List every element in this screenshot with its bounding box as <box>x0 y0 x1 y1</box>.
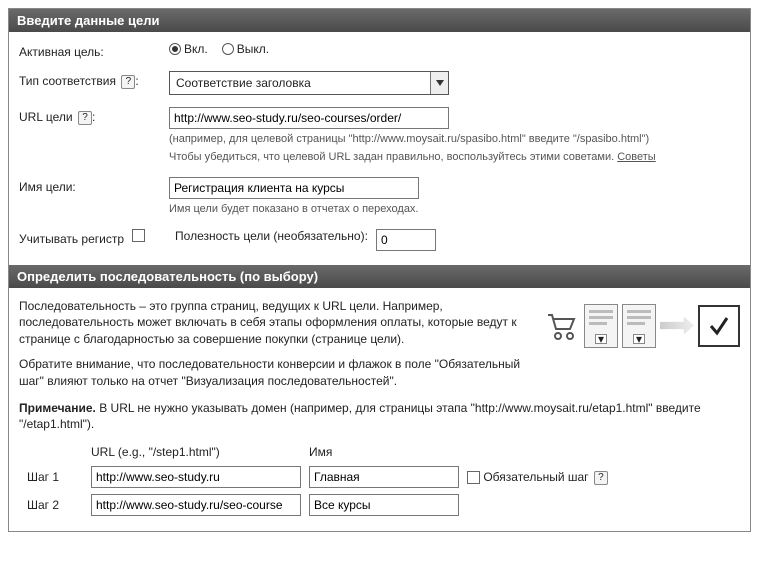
goal-url-hint2: Чтобы убедиться, что целевой URL задан п… <box>169 151 617 163</box>
active-goal-label: Активная цель: <box>19 42 169 59</box>
required-step-checkbox[interactable] <box>467 471 480 484</box>
step-label: Шаг 1 <box>19 463 89 491</box>
funnel-desc1: Последовательность – это группа страниц,… <box>19 298 534 348</box>
goal-url-label: URL цели <box>19 110 73 124</box>
goal-name-hint: Имя цели будет показано в отчетах о пере… <box>169 202 740 217</box>
match-type-select[interactable]: Соответствие заголовка <box>169 71 449 95</box>
step-name-input[interactable] <box>309 466 459 488</box>
case-sensitive-label: Учитывать регистр <box>19 232 124 246</box>
chevron-down-icon <box>430 72 448 94</box>
page-icon: ▾ <box>584 304 618 348</box>
active-goal-radio-group: Вкл. Выкл. <box>169 42 740 56</box>
funnel-diagram: ▾ ▾ <box>546 298 740 348</box>
table-row: Шаг 2 <box>19 491 614 519</box>
help-icon[interactable]: ? <box>78 111 92 125</box>
active-on-radio[interactable] <box>169 43 181 55</box>
step-url-input[interactable] <box>91 466 301 488</box>
help-icon[interactable]: ? <box>121 75 135 89</box>
section-goal-body: Активная цель: Вкл. Выкл. Тип соответств… <box>9 32 750 265</box>
arrow-right-icon <box>660 317 694 335</box>
step-url-input[interactable] <box>91 494 301 516</box>
section-goal-header: Введите данные цели <box>9 9 750 32</box>
checkmark-icon <box>698 305 740 347</box>
section-funnel-header: Определить последовательность (по выбору… <box>9 265 750 288</box>
goal-value-label: Полезность цели (необязательно): <box>175 229 368 243</box>
col-name: Имя <box>307 443 465 463</box>
goal-url-hint1: (например, для целевой страницы "http://… <box>169 132 740 147</box>
table-row: Шаг 1 Обязательный шаг ? <box>19 463 614 491</box>
funnel-steps-table: URL (e.g., "/step1.html") Имя Шаг 1 Обяз… <box>19 443 614 519</box>
step-label: Шаг 2 <box>19 491 89 519</box>
note-text: В URL не нужно указывать домен (например… <box>19 401 701 432</box>
col-url: URL (e.g., "/step1.html") <box>89 443 307 463</box>
page-icon: ▾ <box>622 304 656 348</box>
active-off-label: Выкл. <box>237 42 269 56</box>
case-sensitive-checkbox[interactable] <box>132 229 145 242</box>
section-funnel-body: Последовательность – это группа страниц,… <box>9 288 750 532</box>
active-off-radio[interactable] <box>222 43 234 55</box>
help-icon[interactable]: ? <box>594 471 608 485</box>
active-on-label: Вкл. <box>184 42 208 56</box>
match-type-value: Соответствие заголовка <box>170 76 430 90</box>
cart-icon <box>546 311 580 341</box>
goal-value-input[interactable] <box>376 229 436 251</box>
funnel-desc2: Обратите внимание, что последовательност… <box>19 356 534 390</box>
note-label: Примечание. <box>19 401 96 415</box>
goal-url-input[interactable] <box>169 107 449 129</box>
match-type-label: Тип соответствия <box>19 74 116 88</box>
goal-name-input[interactable] <box>169 177 419 199</box>
required-step-label: Обязательный шаг <box>483 470 588 484</box>
step-name-input[interactable] <box>309 494 459 516</box>
goal-name-label: Имя цели: <box>19 177 169 194</box>
goal-url-tips-link[interactable]: Советы <box>617 151 655 163</box>
